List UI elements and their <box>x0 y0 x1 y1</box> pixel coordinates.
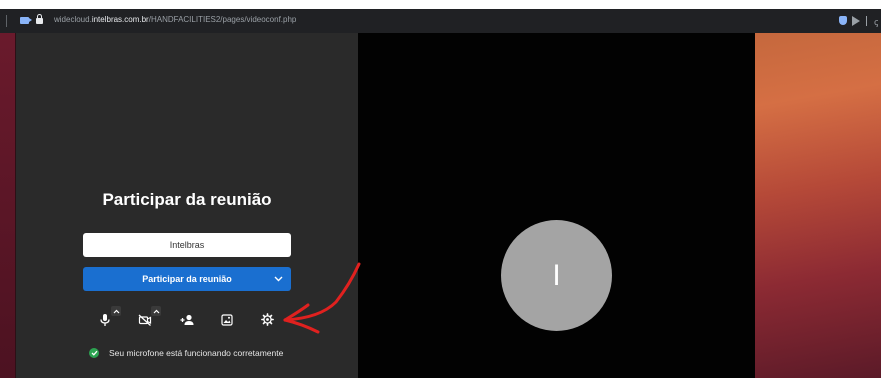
camera-in-use-icon[interactable] <box>20 17 32 24</box>
join-meeting-label: Participar da reunião <box>142 274 232 284</box>
mic-status-text: Seu microfone está funcionando corretame… <box>109 348 284 358</box>
avatar-initial: I <box>552 258 561 292</box>
address-bar[interactable]: widecloud.intelbras.com.br/HANDFACILITIE… <box>0 9 881 33</box>
background-icon <box>221 313 233 331</box>
right-wallpaper <box>755 33 881 378</box>
extension-icon[interactable]: ꞔ <box>874 15 878 28</box>
avatar: I <box>501 220 612 331</box>
camera-button[interactable] <box>137 314 153 330</box>
microphone-options-caret-icon[interactable] <box>111 306 121 316</box>
shield-icon[interactable] <box>839 16 847 25</box>
check-circle-icon <box>89 348 99 358</box>
invite-button[interactable] <box>179 314 195 330</box>
microphone-icon <box>99 313 111 332</box>
microphone-button[interactable] <box>97 313 113 332</box>
join-meeting-button[interactable]: Participar da reunião <box>83 267 291 291</box>
left-wallpaper-edge <box>0 33 16 378</box>
page-title: Participar da reunião <box>102 190 272 209</box>
toolbar-divider <box>866 16 867 26</box>
send-icon[interactable] <box>852 16 860 26</box>
gear-icon <box>260 313 274 331</box>
divider <box>6 15 7 27</box>
settings-button[interactable] <box>259 313 275 331</box>
camera-options-caret-icon[interactable] <box>151 306 161 316</box>
camera-off-icon <box>138 313 152 331</box>
url-text[interactable]: widecloud.intelbras.com.br/HANDFACILITIE… <box>54 15 296 24</box>
display-name-input[interactable] <box>83 233 291 257</box>
url-domain: intelbras.com.br <box>91 15 149 24</box>
url-path: /HANDFACILITIES2/pages/videoconf.php <box>148 15 297 24</box>
mic-status: Seu microfone está funcionando corretame… <box>89 348 283 358</box>
window-top-strip <box>0 0 881 9</box>
url-prefix: widecloud. <box>54 15 92 24</box>
background-button[interactable] <box>219 314 235 330</box>
invite-icon <box>180 313 195 331</box>
lock-icon[interactable] <box>36 14 43 24</box>
join-options-chevron-icon[interactable] <box>265 267 291 291</box>
